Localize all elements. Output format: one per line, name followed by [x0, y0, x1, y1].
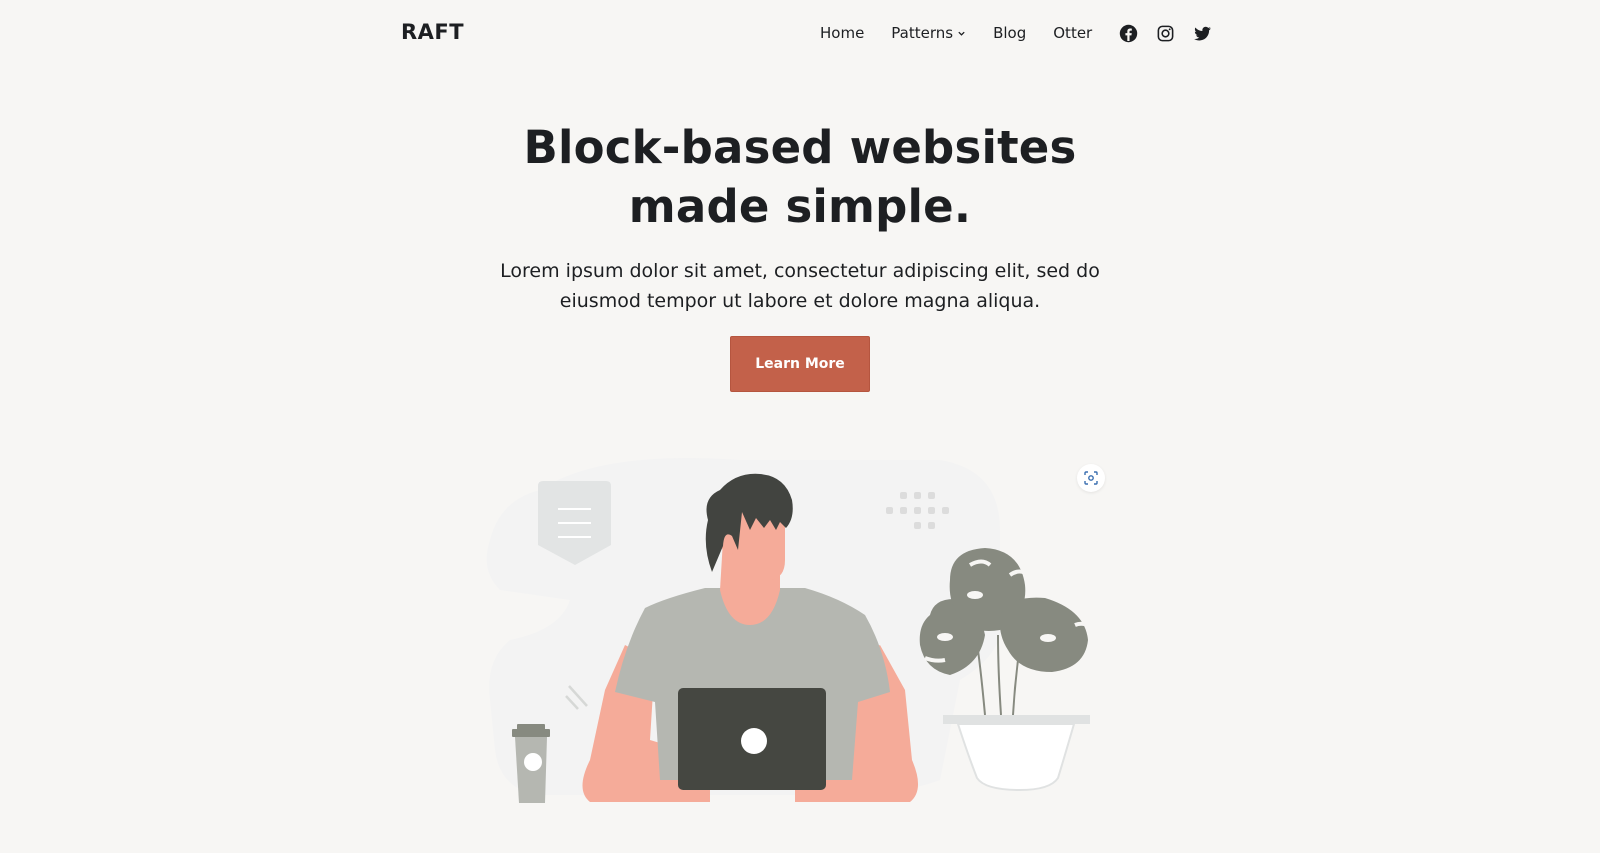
coffee-cup-icon: [512, 724, 550, 803]
nav-item-home[interactable]: Home: [820, 24, 864, 42]
hero-subtitle-line: Lorem ipsum dolor sit amet, consectetur …: [500, 260, 1100, 282]
nav-item-blog[interactable]: Blog: [993, 24, 1026, 42]
site-logo[interactable]: RAFT: [401, 20, 464, 44]
visual-search-icon: [1084, 471, 1098, 485]
hero-illustration: [486, 458, 1091, 803]
nav-item-patterns[interactable]: Patterns: [891, 24, 966, 42]
visual-search-button[interactable]: [1077, 464, 1105, 492]
twitter-icon[interactable]: [1193, 24, 1212, 43]
nav-label: Otter: [1053, 24, 1093, 42]
chevron-down-icon: [958, 31, 965, 36]
hero-subtitle: Lorem ipsum dolor sit amet, consectetur …: [0, 256, 1600, 316]
hero-subtitle-line: eiusmod tempor ut labore et dolore magna…: [559, 290, 1041, 312]
social-links: [1119, 24, 1212, 43]
site-header: RAFT Home Patterns Blog Otter: [0, 0, 1600, 66]
nav-label: Home: [820, 24, 865, 42]
hero-title: Block-based websites made simple.: [0, 118, 1600, 236]
main-nav: Home Patterns Blog Otter: [820, 22, 1212, 44]
hero-title-line: Block-based websites: [523, 121, 1077, 174]
hero-title-line: made simple.: [628, 180, 972, 233]
learn-more-button[interactable]: Learn More: [730, 336, 870, 392]
nav-label: Patterns: [891, 24, 954, 42]
facebook-icon[interactable]: [1119, 24, 1138, 43]
nav-item-otter[interactable]: Otter: [1053, 24, 1092, 42]
instagram-icon[interactable]: [1156, 24, 1175, 43]
nav-label: Blog: [993, 24, 1027, 42]
